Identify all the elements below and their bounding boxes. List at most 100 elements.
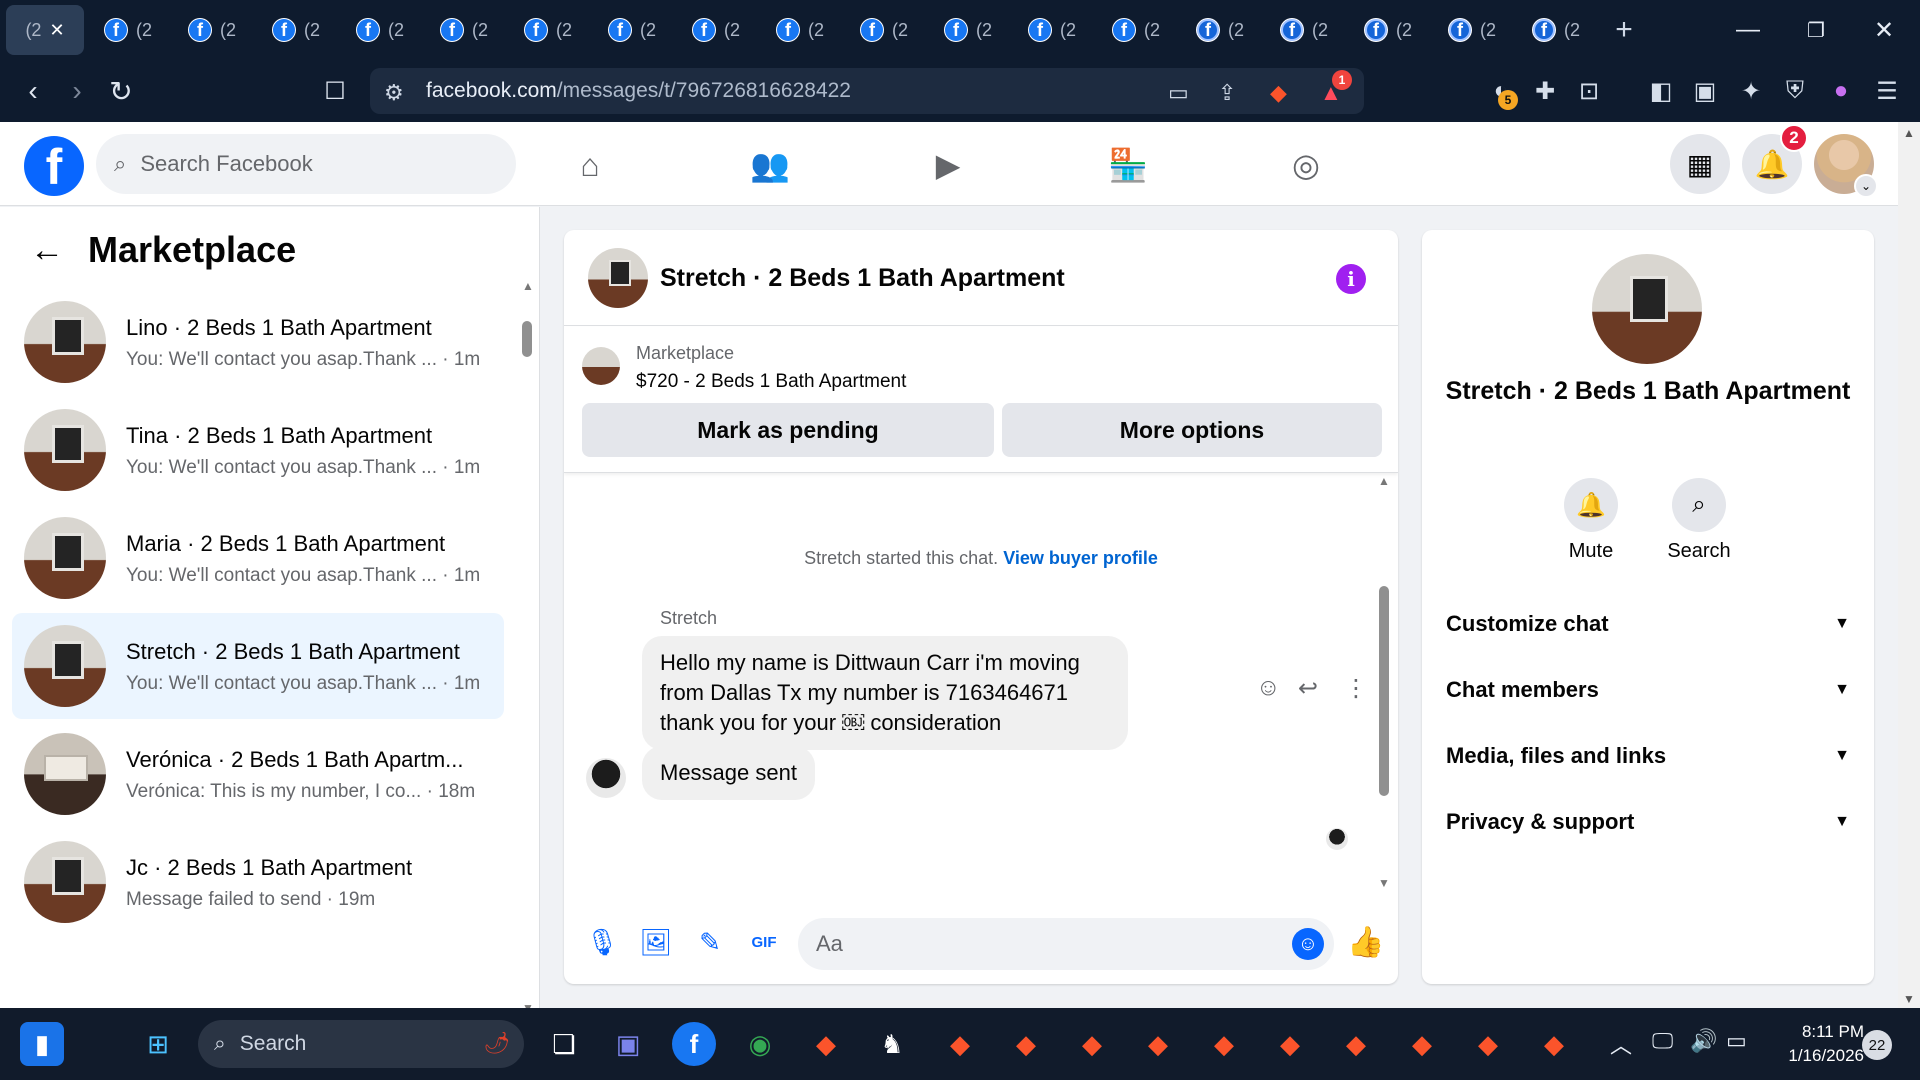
home-icon[interactable]: ⌂ (562, 140, 618, 190)
more-options-button[interactable]: More options (1002, 403, 1382, 457)
browser-tab[interactable]: f (2 (592, 5, 672, 55)
browser-tab[interactable]: f (2 (88, 5, 168, 55)
restore-icon[interactable]: ❐ (1786, 0, 1846, 60)
browser-tab[interactable]: f (2 (928, 5, 1008, 55)
widgets-icon[interactable]: ▮ (20, 1022, 64, 1066)
message-bubble[interactable]: Message sent (642, 746, 815, 800)
address-bar[interactable]: facebook.com/messages/t/796726816628422 (370, 68, 1364, 114)
scroll-up-icon[interactable]: ▲ (1378, 474, 1390, 488)
brave-profile-icon[interactable]: ◆ (1466, 1022, 1510, 1066)
new-tab-button[interactable]: + (1600, 6, 1648, 54)
sender-avatar[interactable] (586, 758, 626, 798)
mute-bell-icon[interactable]: 🔔 (1564, 478, 1618, 532)
thumbs-up-icon[interactable]: 👍 (1346, 922, 1386, 962)
media-files-links-section[interactable]: Media, files and links ▼ (1446, 730, 1850, 782)
scroll-down-icon[interactable]: ▼ (1903, 992, 1915, 1006)
wallet-icon[interactable]: ▣ (1688, 74, 1722, 108)
browser-tab[interactable]: f (2 (508, 5, 588, 55)
app-icon[interactable]: ♞ (870, 1022, 914, 1066)
message-input[interactable]: Aa ☺ (798, 918, 1334, 970)
search-facebook-input[interactable]: ⌕ Search Facebook (96, 134, 516, 194)
network-icon[interactable]: 🖵 (1652, 1028, 1673, 1054)
scroll-down-icon[interactable]: ▼ (1378, 876, 1390, 890)
install-app-icon[interactable]: ▭ (1168, 80, 1189, 106)
sticker-icon[interactable]: ✎ (690, 922, 730, 962)
share-icon[interactable]: ⇪ (1218, 80, 1236, 106)
search-icon[interactable]: ⌕ (1672, 478, 1726, 532)
conversation-item[interactable]: Jc · 2 Beds 1 Bath Apartment Message fail… (12, 829, 504, 935)
gif-icon[interactable]: GIF (744, 922, 784, 962)
menu-grid-icon[interactable]: ▦ (1670, 134, 1730, 194)
browser-tab[interactable]: f (2 (340, 5, 420, 55)
brave-profile-icon[interactable]: ◆ (1004, 1022, 1048, 1066)
conversation-item[interactable]: Verónica · 2 Beds 1 Bath Apartm... Veróni… (12, 721, 504, 827)
minimize-icon[interactable]: — (1718, 0, 1778, 60)
account-avatar[interactable]: ⌄ (1814, 134, 1878, 198)
battery-icon[interactable]: ▭ (1726, 1028, 1747, 1054)
browser-tab[interactable]: f (2 (1096, 5, 1176, 55)
facebook-app-icon[interactable]: f (672, 1022, 716, 1066)
notification-center-badge[interactable]: 22 (1862, 1030, 1892, 1060)
browser-tab[interactable]: f (2 (1516, 5, 1596, 55)
microphone-icon[interactable]: 🎙 (582, 922, 622, 962)
reload-icon[interactable]: ↻ (100, 70, 142, 112)
task-view-icon[interactable]: ❏ (542, 1022, 586, 1066)
facebook-logo-icon[interactable]: f (24, 136, 84, 196)
chat-title[interactable]: Stretch · 2 Beds 1 Bath Apartment (660, 264, 1065, 293)
conversation-item[interactable]: Maria · 2 Beds 1 Bath Apartment You: We'l… (12, 505, 504, 611)
privacy-support-section[interactable]: Privacy & support ▼ (1446, 796, 1850, 848)
taskbar-search[interactable]: ⌕ Search 🌶 (198, 1020, 524, 1068)
chat-members-section[interactable]: Chat members ▼ (1446, 664, 1850, 716)
browser-tab[interactable]: f (2 (676, 5, 756, 55)
browser-tab[interactable]: f (2 (760, 5, 840, 55)
emoji-icon[interactable]: ☺ (1292, 928, 1324, 960)
message-bubble[interactable]: Hello my name is Dittwaun Carr i'm movin… (642, 636, 1128, 750)
site-settings-icon[interactable]: ⚙ (384, 80, 404, 106)
conversation-item[interactable]: Stretch · 2 Beds 1 Bath Apartment You: We… (12, 613, 504, 719)
brave-profile-icon[interactable]: ◆ (1136, 1022, 1180, 1066)
meet-icon[interactable]: ▣ (606, 1022, 650, 1066)
groups-icon[interactable]: ◎ (1278, 140, 1334, 190)
chat-scrollbar[interactable]: ▲ ▼ (1376, 474, 1392, 890)
chat-scroll-thumb[interactable] (1379, 586, 1389, 796)
forward-icon[interactable]: › (56, 70, 98, 112)
back-icon[interactable]: ‹ (12, 70, 54, 112)
close-tab-icon[interactable]: ✕ (49, 20, 64, 41)
taskbar-clock[interactable]: 8:11 PM 1/16/2026 (1760, 1020, 1864, 1068)
show-hidden-icons[interactable]: ︿ (1610, 1028, 1632, 1060)
browser-tab[interactable]: f (2 (1012, 5, 1092, 55)
screenshot-icon[interactable]: ⊡ (1572, 74, 1606, 108)
brave-profile-icon[interactable]: ◆ (1070, 1022, 1114, 1066)
scroll-up-icon[interactable]: ▲ (1903, 126, 1915, 140)
react-icon[interactable]: ☺ (1256, 674, 1281, 702)
sidebar-toggle-icon[interactable]: ◧ (1644, 74, 1678, 108)
more-actions-icon[interactable]: ⋮ (1344, 674, 1368, 703)
browser-tab[interactable]: f (2 (1264, 5, 1344, 55)
info-icon[interactable]: i (1336, 264, 1366, 294)
listing-price[interactable]: $720 - 2 Beds 1 Bath Apartment (636, 371, 906, 393)
back-arrow-icon[interactable]: ← (30, 231, 64, 270)
brave-profile-icon[interactable]: ◆ (1202, 1022, 1246, 1066)
bookmark-icon[interactable]: ☐ (314, 70, 356, 112)
brave-profile-icon[interactable]: ◆ (1268, 1022, 1312, 1066)
brave-profile-icon[interactable]: ◆ (1334, 1022, 1378, 1066)
brave-profile-icon[interactable]: ◆ (1532, 1022, 1576, 1066)
start-icon[interactable]: ⊞ (136, 1022, 180, 1066)
sidebar-scrollbar[interactable]: ▲ ▼ (520, 277, 534, 1009)
browser-tab[interactable]: f (2 (1348, 5, 1428, 55)
listing-thumbnail[interactable] (582, 347, 620, 385)
customize-chat-section[interactable]: Customize chat ▼ (1446, 598, 1850, 650)
conversation-item[interactable]: Tina · 2 Beds 1 Bath Apartment You: We'll… (12, 397, 504, 503)
menu-icon[interactable]: ☰ (1870, 74, 1904, 108)
mark-as-pending-button[interactable]: Mark as pending (582, 403, 994, 457)
marketplace-icon[interactable]: 🏪 (1100, 140, 1156, 190)
leo-ai-icon[interactable]: ✦ (1734, 74, 1768, 108)
volume-icon[interactable]: 🔊 (1690, 1028, 1717, 1054)
browser-tab[interactable]: f (2 (424, 5, 504, 55)
conversation-item[interactable]: Lino · 2 Beds 1 Bath Apartment You: We'll… (12, 289, 504, 395)
chat-avatar[interactable] (588, 248, 648, 308)
profile-icon[interactable]: ● (1824, 74, 1858, 108)
video-icon[interactable]: ▶ (920, 140, 976, 190)
browser-tab[interactable]: f (2 (172, 5, 252, 55)
brave-icon[interactable]: ◆ (804, 1022, 848, 1066)
